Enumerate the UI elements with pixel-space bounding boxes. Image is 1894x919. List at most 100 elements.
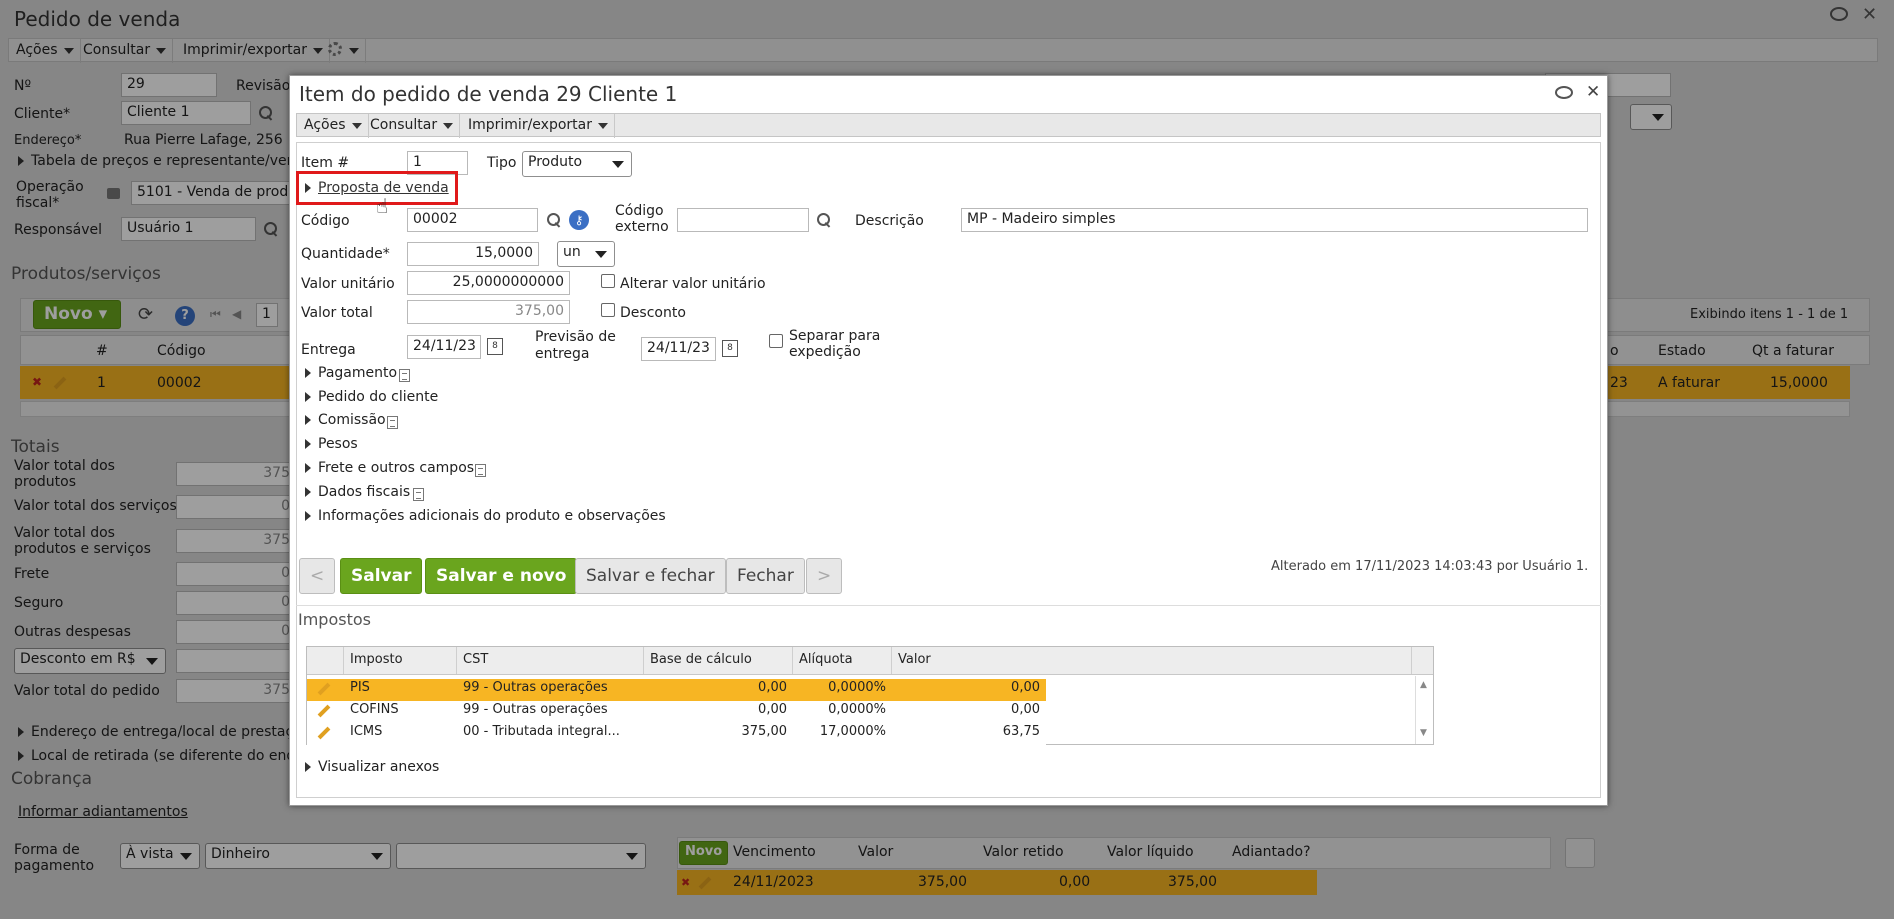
modal-title: Item do pedido de venda 29 Cliente 1 [299, 82, 678, 106]
alterar-valor-checkbox[interactable] [601, 274, 615, 288]
col-edit [307, 647, 344, 674]
cst-cell: 00 - Tributada integral... [463, 724, 620, 739]
alterar-valor-label: Alterar valor unitário [620, 276, 766, 292]
codigo-label: Código [301, 213, 350, 229]
scroll-down-icon[interactable]: ▼ [1420, 728, 1427, 738]
expand-arrow-icon[interactable] [305, 439, 311, 449]
vertical-scrollbar[interactable]: ▲ ▼ [1415, 676, 1433, 744]
entrega-field[interactable]: 24/11/23 [407, 335, 481, 359]
aliquota-cell: 17,0000% [819, 724, 886, 739]
expand-arrow-icon[interactable] [305, 368, 311, 378]
col-cst: CST [457, 647, 644, 674]
col-imposto: Imposto [344, 647, 457, 674]
valor-unitario-label: Valor unitário [301, 276, 395, 292]
aliquota-cell: 0,0000% [828, 680, 886, 695]
search-icon[interactable] [546, 212, 562, 228]
quantidade-label: Quantidade* [301, 246, 390, 262]
codigo-externo-label-2: externo [615, 219, 669, 235]
valor-cell: 0,00 [1011, 680, 1040, 695]
table-row[interactable]: PIS 99 - Outras operações 0,00 0,0000% 0… [307, 679, 1046, 701]
expand-arrow-icon[interactable] [305, 487, 311, 497]
key-icon[interactable]: ⚷ [569, 210, 589, 230]
next-button[interactable]: > [806, 558, 842, 594]
table-row[interactable]: ICMS 00 - Tributada integral... 375,00 1… [307, 723, 1046, 745]
hand-cursor-icon: ☝ [376, 194, 389, 218]
item-modal: Item do pedido de venda 29 Cliente 1 ✕ A… [289, 75, 1608, 806]
imposto-cell: PIS [350, 680, 370, 695]
cst-cell: 99 - Outras operações [463, 702, 608, 717]
divider [296, 605, 1601, 606]
document-icon [413, 488, 424, 501]
salvar-button[interactable]: Salvar [340, 558, 423, 594]
edit-icon[interactable] [317, 682, 331, 696]
expand-arrow-icon[interactable] [305, 183, 311, 193]
close-icon[interactable]: ✕ [1586, 82, 1600, 102]
section-dados-fiscais[interactable]: Dados fiscais [318, 484, 410, 500]
valor-cell: 0,00 [1011, 702, 1040, 717]
desconto-checkbox[interactable] [601, 303, 615, 317]
imposto-cell: COFINS [350, 702, 399, 717]
section-comissao[interactable]: Comissão [318, 412, 386, 428]
previsao-field[interactable]: 24/11/23 [641, 337, 716, 361]
expand-arrow-icon[interactable] [305, 392, 311, 402]
fechar-button[interactable]: Fechar [726, 558, 805, 594]
alterado-info: Alterado em 17/11/2023 14:03:43 por Usuá… [1271, 559, 1589, 574]
codigo-externo-field[interactable] [677, 208, 809, 232]
document-icon [399, 369, 410, 382]
salvar-e-fechar-button[interactable]: Salvar e fechar [575, 558, 726, 594]
document-icon [387, 416, 398, 429]
col-base: Base de cálculo [644, 647, 793, 674]
unidade-select[interactable]: un [557, 241, 615, 267]
edit-icon[interactable] [317, 726, 331, 740]
tipo-label: Tipo [487, 155, 517, 171]
valor-cell: 63,75 [1002, 724, 1040, 739]
previous-button[interactable]: < [299, 558, 335, 594]
visualizar-anexos-link[interactable]: Visualizar anexos [318, 759, 439, 775]
aliquota-cell: 0,0000% [828, 702, 886, 717]
expand-arrow-icon[interactable] [305, 762, 311, 772]
quantidade-field[interactable]: 15,0000 [407, 242, 539, 266]
valor-unitario-field[interactable]: 25,0000000000 [407, 271, 570, 295]
menu-consultar[interactable]: Consultar [363, 114, 461, 138]
codigo-externo-label-1: Código [615, 203, 664, 219]
calendar-icon[interactable]: 8 [487, 338, 503, 355]
cst-cell: 99 - Outras operações [463, 680, 608, 695]
scroll-up-icon[interactable]: ▲ [1420, 680, 1427, 690]
previsao-label-2: entrega [535, 346, 590, 362]
entrega-label: Entrega [301, 342, 356, 358]
expand-arrow-icon[interactable] [305, 415, 311, 425]
section-info-adicionais[interactable]: Informações adicionais do produto e obse… [318, 508, 666, 524]
separar-checkbox[interactable] [769, 334, 783, 348]
document-icon [475, 464, 486, 477]
col-valor: Valor [892, 647, 1412, 674]
item-label: Item # [301, 155, 350, 171]
section-pagamento[interactable]: Pagamento [318, 365, 397, 381]
separar-label-1: Separar para [789, 328, 881, 344]
valor-total-field: 375,00 [407, 300, 570, 324]
menu-acoes[interactable]: Ações [297, 114, 369, 138]
search-icon[interactable] [816, 212, 832, 228]
impostos-header: Imposto CST Base de cálculo Alíquota Val… [307, 647, 1433, 675]
expand-arrow-icon[interactable] [305, 463, 311, 473]
base-cell: 0,00 [758, 680, 787, 695]
descricao-field[interactable]: MP - Madeiro simples [961, 208, 1588, 232]
valor-total-label: Valor total [301, 305, 373, 321]
menu-imprimir-exportar[interactable]: Imprimir/exportar [461, 114, 615, 138]
descricao-label: Descrição [855, 213, 924, 229]
impostos-title: Impostos [298, 610, 371, 629]
separar-label-2: expedição [789, 344, 861, 360]
impostos-table: Imposto CST Base de cálculo Alíquota Val… [306, 646, 1434, 745]
expand-arrow-icon[interactable] [305, 511, 311, 521]
tipo-select[interactable]: Produto [522, 151, 632, 177]
salvar-e-novo-button[interactable]: Salvar e novo [425, 558, 578, 594]
edit-icon[interactable] [317, 704, 331, 718]
section-pesos[interactable]: Pesos [318, 436, 358, 452]
section-pedido-cliente[interactable]: Pedido do cliente [318, 389, 438, 405]
table-row[interactable]: COFINS 99 - Outras operações 0,00 0,0000… [307, 701, 1046, 723]
codigo-field[interactable]: 00002 [407, 208, 538, 232]
chat-icon[interactable] [1555, 86, 1573, 99]
imposto-cell: ICMS [350, 724, 383, 739]
section-frete[interactable]: Frete e outros campos [318, 460, 474, 476]
col-aliquota: Alíquota [793, 647, 892, 674]
calendar-icon[interactable]: 8 [722, 340, 738, 357]
